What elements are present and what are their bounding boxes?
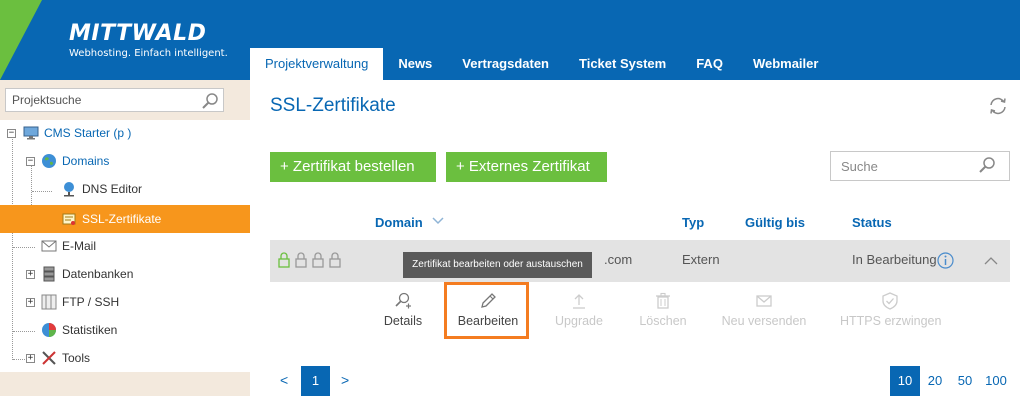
details-label: Details: [383, 314, 423, 328]
tree-item-tools[interactable]: + Tools: [0, 347, 250, 369]
details-button[interactable]: Details: [380, 292, 426, 328]
cell-status: In Bearbeitung: [852, 252, 937, 267]
tree-item-label: DNS Editor: [82, 182, 143, 196]
delete-label: Löschen: [639, 314, 687, 328]
tree-item-label: SSL-Zertifikate: [82, 212, 162, 226]
tree-item-email[interactable]: E-Mail: [0, 235, 250, 257]
tree-item-cms-starter[interactable]: − CMS Starter (p ): [0, 122, 250, 144]
mittwald-logo[interactable]: MITTWALD Webhosting. Einfach intelligent…: [69, 22, 228, 60]
project-search-input[interactable]: [5, 88, 224, 112]
order-certificate-button[interactable]: + Zertifikat bestellen: [270, 152, 436, 182]
tree-toggle-plus[interactable]: +: [26, 270, 35, 279]
tab-vertragsdaten[interactable]: Vertragsdaten: [447, 48, 564, 80]
external-certificate-button[interactable]: + Externes Zertifikat: [446, 152, 607, 182]
mail-icon: [756, 295, 772, 307]
resend-button[interactable]: Neu versenden: [718, 292, 810, 328]
page-size-10[interactable]: 10: [890, 366, 920, 396]
next-page-button[interactable]: >: [341, 372, 349, 388]
envelope-icon: [41, 240, 57, 252]
info-icon[interactable]: [937, 252, 954, 269]
tree-item-label: Domains: [62, 154, 110, 168]
green-corner-decoration: [0, 0, 42, 80]
upgrade-button[interactable]: Upgrade: [551, 292, 607, 328]
pie-chart-icon: [42, 323, 56, 337]
force-https-label: HTTPS erzwingen: [840, 314, 942, 328]
delete-button[interactable]: Löschen: [637, 292, 689, 328]
tree-item-label: Datenbanken: [62, 267, 134, 281]
column-header-status: Status: [852, 215, 892, 230]
column-header-valid-until: Gültig bis: [745, 215, 805, 230]
tree-item-label: E-Mail: [62, 239, 97, 253]
page-size-20[interactable]: 20: [922, 366, 948, 396]
lock-icon: [278, 252, 290, 268]
tree-toggle-plus[interactable]: +: [26, 354, 35, 363]
tree-item-domains[interactable]: − Domains: [0, 150, 250, 172]
logo-tagline: Webhosting. Einfach intelligent.: [69, 48, 228, 59]
column-header-type: Typ: [682, 215, 705, 230]
cell-domain: .com: [604, 252, 633, 267]
upgrade-label: Upgrade: [555, 314, 603, 328]
lock-icon: [329, 252, 341, 268]
page-size-50[interactable]: 50: [952, 366, 978, 396]
tree-item-label: CMS Starter (p ): [44, 126, 132, 140]
search-icon[interactable]: [201, 92, 219, 110]
tree-toggle-minus[interactable]: −: [26, 157, 35, 166]
dns-globe-icon: [64, 182, 74, 197]
header: MITTWALD Webhosting. Einfach intelligent…: [0, 0, 1020, 80]
tab-news[interactable]: News: [383, 48, 447, 80]
details-icon: [395, 292, 411, 309]
tree-item-ftp-ssh[interactable]: + FTP / SSH: [0, 291, 250, 313]
tree-item-label: Statistiken: [62, 323, 118, 337]
chevron-up-icon[interactable]: [984, 256, 998, 265]
tab-ticket-system[interactable]: Ticket System: [564, 48, 681, 80]
chevron-down-icon[interactable]: [432, 216, 444, 226]
tools-icon: [42, 351, 56, 365]
sidebar: − CMS Starter (p ) − Domains DNS Editor: [0, 80, 250, 396]
tree-item-dns-editor[interactable]: DNS Editor: [0, 178, 250, 200]
monitor-icon: [23, 126, 39, 140]
cell-type: Extern: [682, 252, 720, 267]
prev-page-button[interactable]: <: [280, 372, 288, 388]
lock-icon: [295, 252, 307, 268]
force-https-button[interactable]: HTTPS erzwingen: [840, 292, 942, 328]
tab-faq[interactable]: FAQ: [681, 48, 738, 80]
ftp-icon: [41, 294, 57, 310]
tree-toggle-minus[interactable]: −: [7, 129, 16, 138]
tree-toggle-plus[interactable]: +: [26, 298, 35, 307]
trash-icon: [656, 292, 670, 309]
page-size-100[interactable]: 100: [981, 366, 1011, 396]
certificate-icon: [62, 213, 76, 225]
sidebar-footer: [0, 372, 250, 396]
column-header-domain[interactable]: Domain: [375, 215, 423, 230]
sidebar-search-area: [0, 80, 250, 120]
globe-icon: [42, 154, 56, 168]
tab-webmailer[interactable]: Webmailer: [738, 48, 834, 80]
tab-projektverwaltung[interactable]: Projektverwaltung: [250, 48, 384, 80]
tree-item-label: FTP / SSH: [62, 295, 120, 309]
page-title: SSL-Zertifikate: [270, 95, 396, 116]
tree-item-ssl-zertifikate[interactable]: SSL-Zertifikate: [0, 208, 250, 230]
tree-item-datenbanken[interactable]: + Datenbanken: [0, 263, 250, 285]
tooltip: Zertifikat bearbeiten oder austauschen: [403, 252, 592, 278]
shield-check-icon: [882, 292, 898, 310]
tree-item-label: Tools: [62, 351, 91, 365]
refresh-icon[interactable]: [988, 96, 1008, 116]
lock-icon: [312, 252, 324, 268]
tree-item-statistiken[interactable]: Statistiken: [0, 319, 250, 341]
logo-brand: MITTWALD: [69, 21, 207, 46]
upload-icon: [573, 294, 585, 309]
database-icon: [43, 266, 55, 282]
resend-label: Neu versenden: [721, 314, 807, 328]
page-number-current[interactable]: 1: [301, 366, 330, 396]
highlight-frame: [444, 282, 529, 339]
search-icon[interactable]: [978, 156, 996, 174]
main-nav: Projektverwaltung News Vertragsdaten Tic…: [250, 48, 833, 80]
